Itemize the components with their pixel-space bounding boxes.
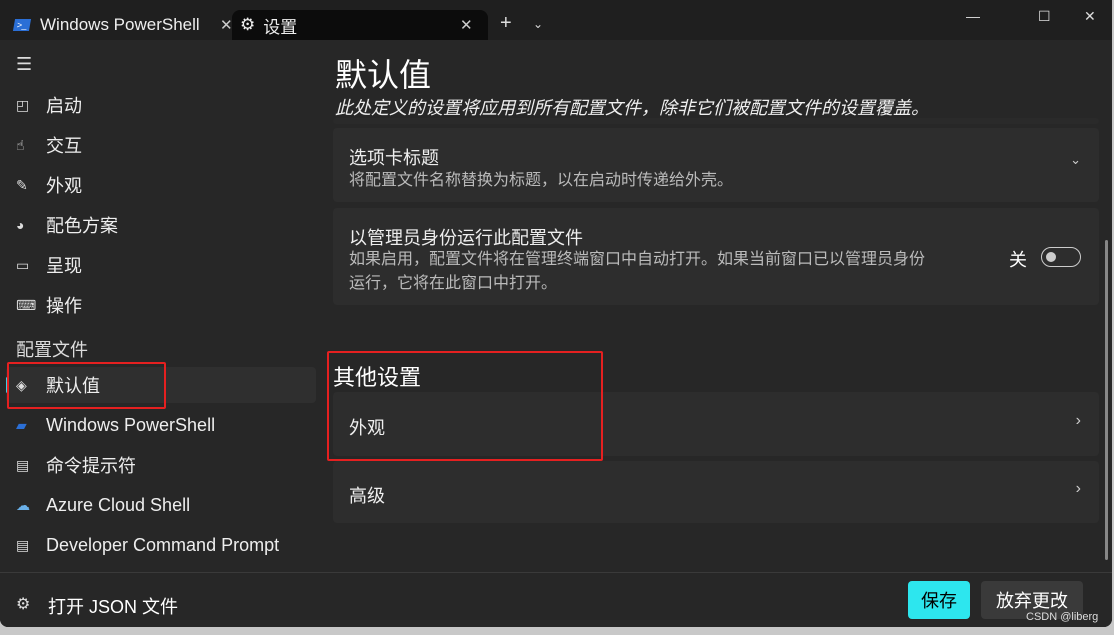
- label: 外观: [46, 172, 82, 198]
- toggle-state-label: 关: [1009, 246, 1027, 272]
- brush-icon: ✎: [16, 177, 46, 194]
- launch-icon: ◰: [16, 97, 46, 114]
- run-as-admin-toggle[interactable]: [1041, 247, 1081, 267]
- interaction-icon: ☝: [16, 137, 46, 154]
- close-icon[interactable]: ✕: [220, 16, 233, 34]
- gear-icon: ⚙: [240, 15, 255, 35]
- setting-title: 选项卡标题: [349, 144, 439, 170]
- palette-icon: ◕: [16, 217, 46, 233]
- tab-powershell[interactable]: >_ Windows PowerShell ✕: [14, 10, 244, 40]
- label: 启动: [46, 92, 82, 118]
- label: 配色方案: [46, 212, 118, 238]
- menu-icon[interactable]: ☰: [16, 54, 32, 75]
- link-label: 高级: [349, 482, 385, 508]
- keyboard-icon: ⌨: [16, 297, 46, 314]
- tab-title-setting[interactable]: 选项卡标题 将配置文件名称替换为标题，以在启动时传递给外壳。 ⌄: [333, 128, 1099, 202]
- close-icon[interactable]: ✕: [460, 16, 473, 34]
- tab-settings[interactable]: ⚙ 设置 ✕: [232, 10, 488, 40]
- sidebar-item-color-schemes[interactable]: ◕配色方案: [6, 207, 316, 243]
- setting-desc: 运行，它将在此窗口中打开。: [349, 272, 557, 296]
- gear-icon: ⚙: [16, 594, 30, 614]
- sidebar: ☰ ◰启动 ☝交互 ✎外观 ◕配色方案 ▭呈现 ⌨操作 配置文件 ◈默认值 ▰W…: [0, 40, 325, 572]
- save-button[interactable]: 保存: [908, 581, 970, 619]
- chevron-right-icon: ›: [1076, 412, 1081, 430]
- sidebar-item-actions[interactable]: ⌨操作: [6, 287, 316, 323]
- label: 操作: [46, 292, 82, 318]
- minimize-button[interactable]: —: [966, 8, 980, 24]
- monitor-icon: ▭: [16, 257, 46, 274]
- chevron-down-icon: ⌄: [1070, 152, 1081, 168]
- maximize-button[interactable]: ☐: [1038, 8, 1051, 25]
- label: 命令提示符: [46, 452, 136, 478]
- new-tab-button[interactable]: +: [500, 12, 512, 35]
- advanced-link[interactable]: 高级 ›: [333, 461, 1099, 523]
- label: Windows PowerShell: [46, 415, 215, 436]
- label: 交互: [46, 132, 82, 158]
- sidebar-item-launch[interactable]: ◰启动: [6, 87, 316, 123]
- sidebar-item-rendering[interactable]: ▭呈现: [6, 247, 316, 283]
- tab-bar: >_ Windows PowerShell ✕ ⚙ 设置 ✕ + ⌄ — ☐ ✕: [0, 0, 1112, 40]
- chevron-down-icon[interactable]: ⌄: [533, 17, 543, 31]
- powershell-icon: >_: [13, 19, 31, 31]
- close-window-button[interactable]: ✕: [1084, 8, 1096, 25]
- sidebar-item-windows-powershell[interactable]: ▰Windows PowerShell: [6, 407, 316, 443]
- sidebar-item-azure[interactable]: ☁Azure Cloud Shell: [6, 487, 316, 523]
- sidebar-item-developer-cmd[interactable]: ▤Developer Command Prompt: [6, 527, 296, 563]
- setting-desc: 如果启用，配置文件将在管理终端窗口中自动打开。如果当前窗口已以管理员身份: [349, 248, 925, 272]
- label: Azure Cloud Shell: [46, 495, 190, 516]
- annotation-box: [327, 351, 603, 461]
- cmd-icon: ▤: [16, 457, 46, 474]
- cmd-icon: ▤: [16, 537, 46, 554]
- setting-desc: 将配置文件名称替换为标题，以在启动时传递给外壳。: [349, 169, 733, 193]
- tab-label: Windows PowerShell: [40, 15, 200, 35]
- sidebar-item-appearance[interactable]: ✎外观: [6, 167, 316, 203]
- run-as-admin-setting: 以管理员身份运行此配置文件 如果启用，配置文件将在管理终端窗口中自动打开。如果当…: [333, 208, 1099, 305]
- setting-title: 以管理员身份运行此配置文件: [349, 224, 583, 250]
- page-title: 默认值: [335, 50, 431, 96]
- powershell-icon: ▰: [16, 417, 46, 434]
- label: 呈现: [46, 252, 82, 278]
- open-json-button[interactable]: 打开 JSON 文件: [48, 593, 178, 619]
- terminal-window: >_ Windows PowerShell ✕ ⚙ 设置 ✕ + ⌄ — ☐ ✕ ☰ ◰…: [0, 0, 1112, 627]
- chevron-right-icon: ›: [1076, 480, 1081, 498]
- sidebar-item-interaction[interactable]: ☝交互: [6, 127, 316, 163]
- card-edge: [333, 118, 1099, 124]
- page-subtitle: 此处定义的设置将应用到所有配置文件，除非它们被配置文件的设置覆盖。: [335, 94, 929, 120]
- tab-label: 设置: [263, 13, 297, 38]
- scrollbar[interactable]: [1105, 240, 1108, 560]
- azure-icon: ☁: [16, 497, 46, 514]
- profiles-header: 配置文件: [16, 336, 88, 362]
- sidebar-item-cmd[interactable]: ▤命令提示符: [6, 447, 316, 483]
- label: Developer Command Prompt: [46, 535, 279, 556]
- annotation-box: [7, 362, 166, 409]
- watermark: CSDN @liberg: [1026, 611, 1098, 623]
